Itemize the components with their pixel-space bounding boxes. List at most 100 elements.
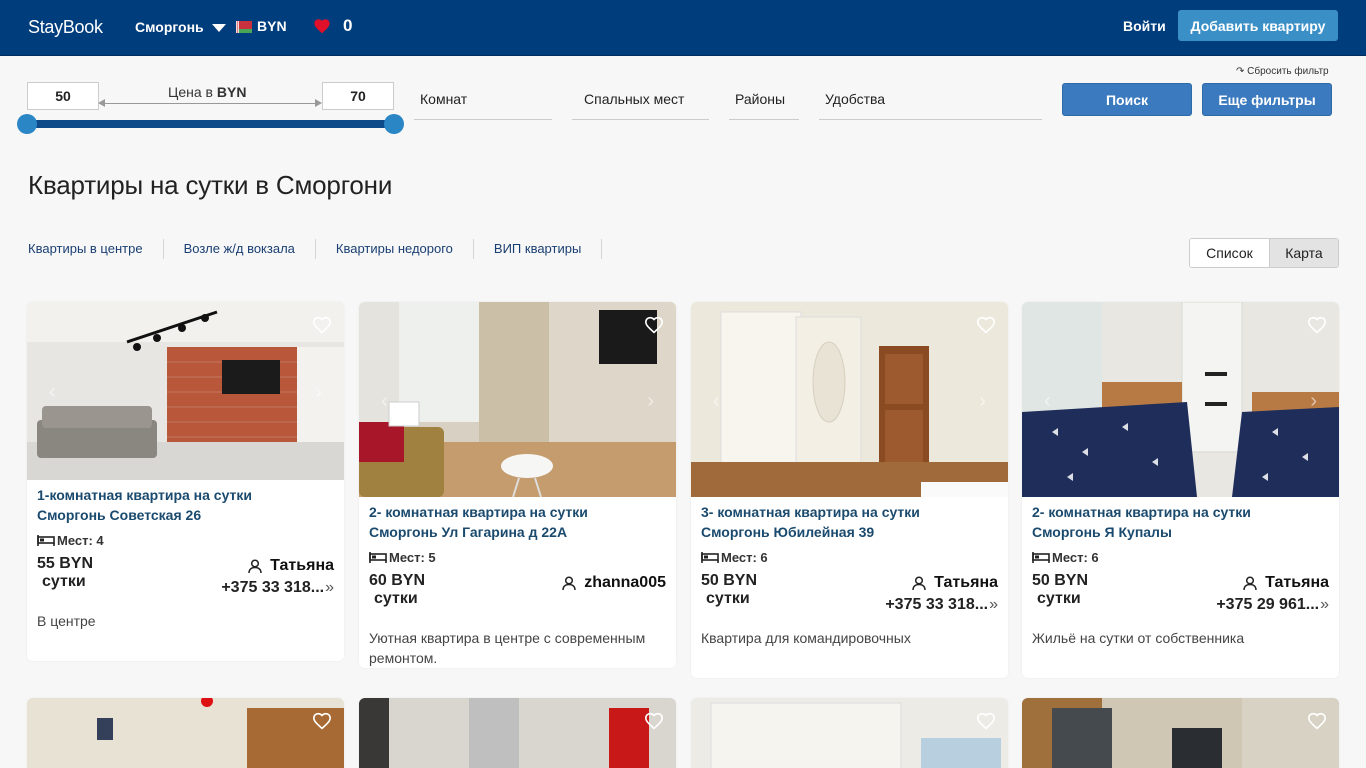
city-selector[interactable]: Сморгонь [135, 19, 226, 35]
listing-photo[interactable]: ‹ › [359, 302, 676, 497]
listing-title[interactable]: 1-комнатная квартира на сутки Сморгонь С… [27, 485, 344, 525]
listing-owner: zhanna005 [562, 574, 666, 592]
user-icon [562, 575, 576, 590]
places-count: Мест: 6 [721, 549, 768, 565]
listing-places: Мест: 6 [1022, 546, 1339, 568]
rooms-select[interactable]: Комнат [414, 84, 552, 120]
more-filters-button[interactable]: Еще фильтры [1202, 83, 1332, 116]
price-period: сутки [706, 590, 750, 607]
listing-photo[interactable]: ‹ › [691, 302, 1008, 497]
listing-phone[interactable]: +375 33 318... » [885, 596, 998, 614]
price-slider-min-handle[interactable] [17, 114, 37, 134]
listing-places: Мест: 4 [27, 529, 344, 551]
price-period: сутки [42, 573, 86, 590]
user-icon [912, 575, 926, 590]
quick-link-vip[interactable]: ВИП квартиры [474, 239, 603, 259]
favorite-heart-icon[interactable] [312, 316, 332, 339]
chevron-down-icon [211, 24, 226, 32]
belarus-flag-icon [236, 20, 252, 33]
price-value: 50 BYN [701, 572, 758, 589]
favorite-heart-icon[interactable] [976, 712, 996, 735]
next-photo-icon[interactable]: › [979, 390, 986, 413]
next-photo-icon[interactable]: › [647, 390, 654, 413]
listing-owner: Татьяна [248, 557, 334, 575]
listing-card[interactable] [1022, 698, 1339, 768]
prev-photo-icon[interactable]: ‹ [1044, 390, 1051, 413]
favorite-heart-icon[interactable] [1307, 316, 1327, 339]
listing-title[interactable]: 3- комнатная квартира на сутки Сморгонь … [691, 502, 1008, 542]
currency-selector[interactable]: BYN [236, 18, 287, 34]
top-navbar: StayBook Сморгонь BYN 0 Войти Добавить к… [0, 0, 1366, 56]
city-label: Сморгонь [135, 19, 204, 35]
reset-filter-link[interactable]: ↷ Сбросить фильтр [1236, 66, 1329, 77]
places-count: Мест: 4 [57, 532, 104, 548]
listing-price: 60 BYN сутки [369, 572, 425, 608]
listing-places: Мест: 6 [691, 546, 1008, 568]
amenities-select[interactable]: Удобства [819, 84, 1042, 120]
places-count: Мест: 5 [389, 549, 436, 565]
favorite-heart-icon[interactable] [644, 712, 664, 735]
quick-link-cheap[interactable]: Квартиры недорого [316, 239, 474, 259]
favorite-heart-icon[interactable] [976, 316, 996, 339]
listing-photo[interactable] [691, 698, 1008, 768]
listing-photo[interactable]: ‹ › [1022, 302, 1339, 497]
listing-photo[interactable] [1022, 698, 1339, 768]
listing-card[interactable]: ‹ › 2- комнатная квартира на сутки Сморг… [359, 302, 676, 668]
favorite-heart-icon[interactable] [644, 316, 664, 339]
listing-photo[interactable] [27, 698, 344, 768]
listing-phone[interactable]: +375 29 961... » [1216, 596, 1329, 614]
price-period: сутки [1037, 590, 1081, 607]
next-photo-icon[interactable]: › [315, 381, 322, 404]
listing-card[interactable] [27, 698, 344, 768]
listing-description: В центре [37, 613, 96, 629]
next-photo-icon[interactable]: › [1310, 390, 1317, 413]
listing-title-line1: 1-комнатная квартира на сутки [37, 487, 253, 503]
quick-link-station[interactable]: Возле ж/д вокзала [164, 239, 316, 259]
listing-card[interactable] [359, 698, 676, 768]
phone-number: +375 33 318... [221, 579, 325, 596]
prev-photo-icon[interactable]: ‹ [49, 381, 56, 404]
listing-title-line2: Сморгонь Юбилейная 39 [701, 524, 875, 540]
listing-phone[interactable]: +375 33 318... » [221, 579, 334, 597]
listing-owner: Татьяна [1243, 574, 1329, 592]
quick-link-center[interactable]: Квартиры в центре [28, 239, 164, 259]
listing-photo[interactable] [359, 698, 676, 768]
listing-title-line1: 3- комнатная квартира на сутки [701, 504, 920, 520]
prev-photo-icon[interactable]: ‹ [381, 390, 388, 413]
listing-card[interactable]: ‹ › 3- комнатная квартира на сутки Сморг… [691, 302, 1008, 678]
favorite-heart-icon[interactable] [1307, 712, 1327, 735]
listing-photo[interactable]: ‹ › [27, 302, 344, 480]
listing-price: 55 BYN сутки [37, 555, 93, 591]
price-slider-max-handle[interactable] [384, 114, 404, 134]
price-min-input[interactable]: 50 [27, 82, 99, 110]
listing-description: Жильё на сутки от собственника [1032, 630, 1245, 646]
owner-name: Татьяна [934, 574, 998, 591]
bed-icon [37, 535, 55, 546]
listing-description: Квартира для командировочных [701, 630, 911, 646]
price-value: 55 BYN [37, 555, 94, 572]
view-map-button[interactable]: Карта [1268, 239, 1338, 267]
districts-select[interactable]: Районы [729, 84, 799, 120]
price-period: сутки [374, 590, 418, 607]
bed-icon [701, 552, 719, 563]
prev-photo-icon[interactable]: ‹ [713, 390, 720, 413]
listing-title[interactable]: 2- комнатная квартира на сутки Сморгонь … [359, 502, 676, 542]
search-button[interactable]: Поиск [1062, 83, 1192, 116]
listing-card[interactable]: ‹ › 1-комнатная квартира на сутки Сморго… [27, 302, 344, 661]
listing-card[interactable]: ‹ › 2- комнатная квартира на сутки Сморг… [1022, 302, 1339, 678]
beds-select[interactable]: Спальных мест [572, 84, 709, 120]
login-link[interactable]: Войти [1123, 18, 1166, 34]
listing-card[interactable] [691, 698, 1008, 768]
add-apartment-button[interactable]: Добавить квартиру [1178, 10, 1338, 41]
favorites-link[interactable]: 0 [313, 16, 352, 36]
view-toggle: Список Карта [1189, 238, 1339, 268]
bed-icon [1032, 552, 1050, 563]
listing-title[interactable]: 2- комнатная квартира на сутки Сморгонь … [1022, 502, 1339, 542]
price-slider-track[interactable] [27, 120, 395, 128]
logo[interactable]: StayBook [28, 17, 103, 38]
favorite-heart-icon[interactable] [312, 712, 332, 735]
view-list-button[interactable]: Список [1190, 239, 1269, 267]
bed-icon [369, 552, 387, 563]
chevron-right-icon: » [989, 596, 998, 613]
price-max-input[interactable]: 70 [322, 82, 394, 110]
